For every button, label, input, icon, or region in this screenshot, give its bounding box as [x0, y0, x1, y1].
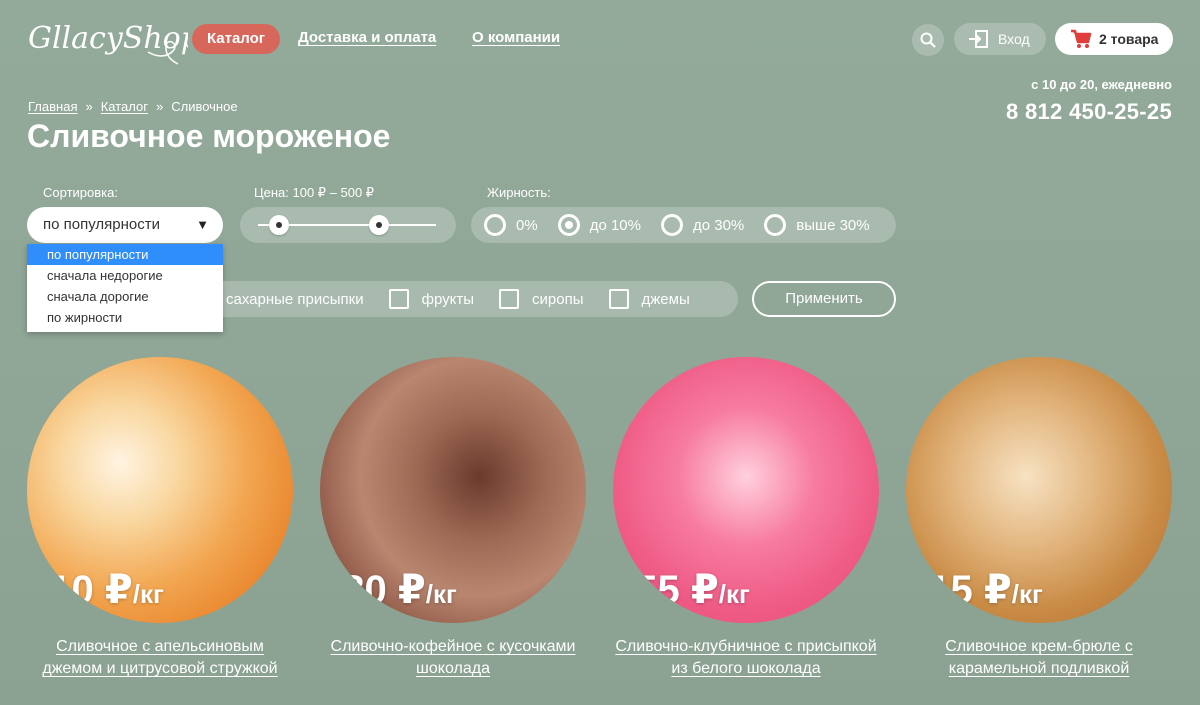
- logo-text: GllacyShop: [28, 21, 188, 56]
- extra-label: сахарные присыпки: [226, 290, 364, 308]
- product-name[interactable]: Сливочное с апельсиновым джемом и цитрус…: [27, 636, 293, 680]
- price-value: 355: [613, 568, 680, 612]
- fat-radio-group: 0% до 10% до 30% выше 30%: [471, 207, 896, 243]
- sort-label: Сортировка:: [43, 185, 118, 200]
- product-card: 415 ₽/кг Сливочное крем-брюле с карамель…: [906, 357, 1172, 680]
- fat-option-30plus[interactable]: выше 30%: [764, 214, 870, 236]
- fat-option-10[interactable]: до 10%: [557, 214, 641, 236]
- breadcrumb-separator: »: [85, 99, 93, 114]
- price-unit: /кг: [132, 579, 164, 609]
- fat-option-label: до 30%: [692, 216, 745, 234]
- nav-delivery[interactable]: Доставка и оплата: [298, 29, 436, 46]
- product-image[interactable]: 310 ₽/кг: [27, 357, 293, 623]
- price-currency: ₽: [397, 568, 426, 612]
- fat-option-label: до 10%: [589, 216, 641, 234]
- price-unit: /кг: [718, 579, 750, 609]
- product-image[interactable]: 415 ₽/кг: [906, 357, 1172, 623]
- logo[interactable]: GllacyShop: [28, 6, 188, 74]
- radio-icon: [484, 214, 506, 236]
- cart-label: 2 товара: [1099, 31, 1159, 47]
- radio-checked-icon: [557, 214, 580, 236]
- fat-option-label: выше 30%: [796, 216, 870, 234]
- checkbox-icon: [499, 289, 520, 309]
- price-value: 310: [27, 568, 94, 612]
- product-name[interactable]: Сливочно-клубничное с присыпкой из белог…: [613, 636, 879, 680]
- nav-catalog[interactable]: Каталог: [192, 24, 280, 54]
- login-button[interactable]: Вход: [954, 23, 1046, 55]
- sort-value: по популярности: [43, 216, 160, 233]
- extra-fruits[interactable]: фрукты: [388, 289, 475, 309]
- extra-label: джемы: [641, 290, 690, 308]
- search-button[interactable]: [912, 24, 944, 56]
- extra-syrups[interactable]: сиропы: [499, 289, 584, 309]
- product-card: 380 ₽/кг Сливочно-кофейное с кусочками ш…: [320, 357, 586, 680]
- price-value: 380: [320, 568, 387, 612]
- page-title: Сливочное мороженое: [27, 118, 391, 154]
- checkbox-icon: [388, 289, 409, 309]
- checkbox-icon: [608, 289, 629, 309]
- price-unit: /кг: [1011, 579, 1043, 609]
- price-value: 415: [906, 568, 973, 612]
- extra-jams[interactable]: джемы: [608, 289, 690, 309]
- radio-icon: [660, 214, 683, 236]
- price-label: Цена: 100 ₽ – 500 ₽: [254, 185, 375, 200]
- login-label: Вход: [998, 31, 1030, 47]
- product-card: 310 ₽/кг Сливочное с апельсиновым джемом…: [27, 357, 293, 680]
- fat-option-30[interactable]: до 30%: [660, 214, 745, 236]
- product-price: 415 ₽/кг: [906, 567, 1043, 613]
- sort-select[interactable]: по популярности ▼: [27, 207, 223, 243]
- product-image[interactable]: 380 ₽/кг: [320, 357, 586, 623]
- price-currency: ₽: [983, 568, 1012, 612]
- price-currency: ₽: [690, 568, 719, 612]
- sort-option[interactable]: по популярности: [27, 244, 223, 265]
- price-max-handle[interactable]: [369, 215, 390, 235]
- breadcrumb-home[interactable]: Главная: [28, 99, 77, 114]
- breadcrumb-separator: »: [155, 99, 164, 114]
- extra-sugar[interactable]: сахарные присыпки: [226, 291, 364, 308]
- phone-number: 8 812 450-25-25: [1006, 99, 1172, 124]
- search-icon: [920, 32, 936, 48]
- fat-label: Жирность:: [487, 185, 551, 200]
- product-price: 380 ₽/кг: [320, 567, 457, 613]
- radio-icon: [764, 214, 787, 236]
- dropdown-arrow-icon: ▼: [196, 217, 209, 232]
- fat-option-label: 0%: [516, 216, 538, 234]
- product-price: 355 ₽/кг: [613, 567, 750, 613]
- cart-button[interactable]: 2 товара: [1055, 23, 1173, 55]
- breadcrumb-current: Сливочное: [171, 99, 238, 114]
- working-hours: с 10 до 20, ежедневно: [1031, 77, 1172, 92]
- price-currency: ₽: [104, 568, 133, 612]
- breadcrumb-catalog[interactable]: Каталог: [101, 99, 148, 114]
- nav-about[interactable]: О компании: [472, 29, 560, 46]
- product-price: 310 ₽/кг: [27, 567, 164, 613]
- breadcrumb: Главная » Каталог » Сливочное: [28, 99, 238, 114]
- product-name[interactable]: Сливочное крем-брюле с карамельной подли…: [906, 636, 1172, 680]
- extra-label: фрукты: [421, 290, 475, 308]
- fat-option-0[interactable]: 0%: [484, 214, 538, 236]
- extras-checkbox-group: сахарные присыпки фрукты сиропы джемы: [180, 281, 738, 317]
- login-icon: [969, 30, 988, 48]
- extra-label: сиропы: [532, 290, 584, 308]
- product-card: 355 ₽/кг Сливочно-клубничное с присыпкой…: [613, 357, 879, 680]
- product-image[interactable]: 355 ₽/кг: [613, 357, 879, 623]
- price-unit: /кг: [425, 579, 457, 609]
- apply-button[interactable]: Применить: [752, 281, 896, 317]
- product-name[interactable]: Сливочно-кофейное с кусочками шоколада: [320, 636, 586, 680]
- cart-icon: [1071, 29, 1092, 48]
